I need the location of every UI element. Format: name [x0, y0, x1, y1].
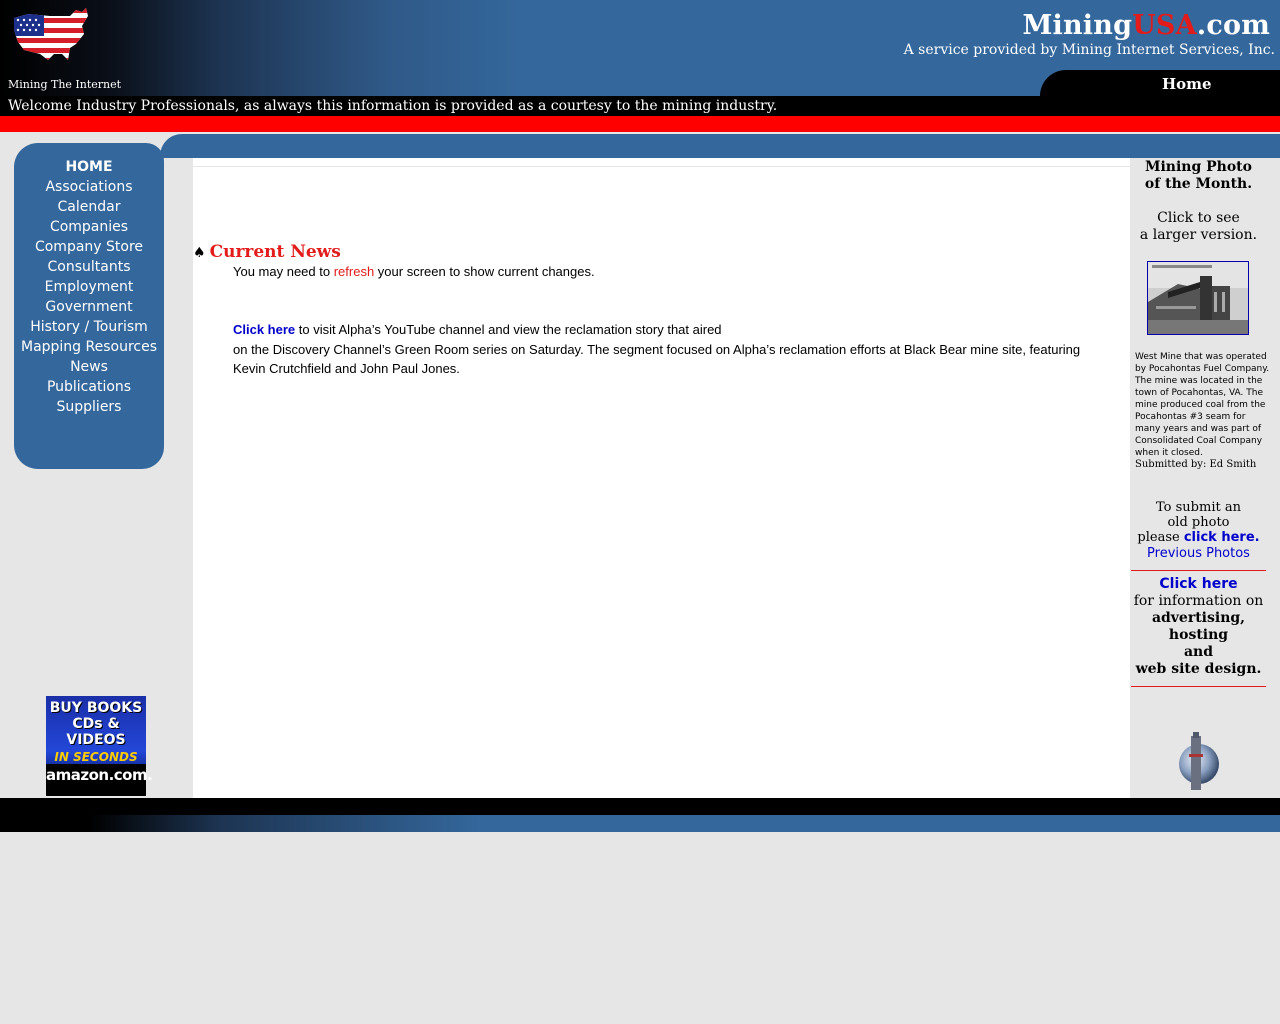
sidebar-divider-1 — [1131, 570, 1266, 571]
amazon-ad-banner[interactable]: BUY BOOKS CDs & VIDEOS IN SECONDS amazon… — [46, 696, 153, 796]
nav-item-consultants[interactable]: Consultants — [14, 257, 164, 277]
current-news-title: Current News — [209, 242, 341, 262]
current-news-heading: ♠ Current News — [193, 242, 341, 262]
advertising-info: Click here for information on advertisin… — [1131, 576, 1266, 678]
photo-submitted-by: Submitted by: Ed Smith — [1135, 459, 1257, 470]
submit-photo-text: To submit an old photo please click here… — [1131, 500, 1266, 545]
submit-photo-link[interactable]: click here. — [1184, 530, 1260, 545]
nav-item-associations[interactable]: Associations — [14, 177, 164, 197]
site-header: Mining The Internet MiningUSA.com A serv… — [0, 0, 1280, 96]
main-top-rule — [193, 166, 1130, 167]
nav-item-suppliers[interactable]: Suppliers — [14, 397, 164, 417]
amazon-logo: amazon.com. — [46, 766, 153, 784]
refresh-notice-post: your screen to show current changes. — [374, 264, 595, 279]
site-title-mining: Mining — [1022, 10, 1133, 41]
site-tagline: Mining The Internet — [8, 78, 122, 91]
click-to-see-line1: Click to see — [1157, 210, 1240, 226]
photo-of-month-thumbnail[interactable] — [1147, 261, 1249, 335]
advertising-line2: advertising, — [1151, 610, 1246, 626]
welcome-text: Welcome Industry Professionals, as alway… — [8, 98, 778, 114]
news-item-line1: to visit Alpha’s YouTube channel and vie… — [295, 322, 722, 337]
news-item-body: on the Discovery Channel’s Green Room se… — [233, 341, 1081, 377]
amazon-ad-in-seconds: IN SECONDS — [54, 750, 138, 764]
nav-item-news[interactable]: News — [14, 357, 164, 377]
previous-photos-link[interactable]: Previous Photos — [1131, 546, 1266, 561]
advertising-click-here-link[interactable]: Click here — [1159, 576, 1237, 592]
amazon-ad-line-books: BUY BOOKS — [49, 700, 143, 716]
site-footer — [0, 798, 1280, 832]
sidebar-nav: HOME Associations Calendar Companies Com… — [14, 143, 164, 469]
refresh-notice: You may need to refresh your screen to s… — [233, 264, 595, 279]
mine-photo-image — [1148, 262, 1248, 334]
news-item-alpha: Click here to visit Alpha’s YouTube chan… — [233, 320, 1113, 379]
site-subtitle: A service provided by Mining Internet Se… — [903, 42, 1275, 58]
alpha-youtube-link[interactable]: Click here — [233, 322, 295, 337]
photo-of-month-title-line1: Mining Photo — [1144, 159, 1252, 175]
nav-item-companies[interactable]: Companies — [14, 217, 164, 237]
refresh-notice-pre: You may need to — [233, 264, 334, 279]
nav-item-publications[interactable]: Publications — [14, 377, 164, 397]
right-sidebar: Mining Photo of the Month. Click to see … — [1131, 158, 1280, 798]
submit-photo-please: please — [1137, 530, 1184, 545]
amazon-ad-headline: BUY BOOKS CDs & VIDEOS — [46, 700, 146, 748]
footer-black-band — [0, 798, 1280, 815]
nav-item-employment[interactable]: Employment — [14, 277, 164, 297]
submit-photo-line3: please click here. — [1131, 530, 1266, 545]
photo-caption: West Mine that was operated by Pocahonta… — [1135, 351, 1270, 471]
red-divider-bar — [0, 116, 1280, 132]
globe-icon[interactable] — [1177, 728, 1221, 792]
nav-item-calendar[interactable]: Calendar — [14, 197, 164, 217]
nav-item-history-tourism[interactable]: History / Tourism — [14, 317, 164, 337]
click-to-see-text: Click to see a larger version. — [1131, 210, 1266, 244]
advertising-line3: hosting — [1168, 627, 1229, 643]
nav-item-mapping-resources[interactable]: Mapping Resources — [14, 337, 164, 357]
amazon-ad-line-cds: CDs & — [72, 716, 120, 732]
site-title-com: .com — [1196, 10, 1270, 41]
home-tab: Home — [1040, 70, 1280, 96]
site-title-usa: USA — [1132, 10, 1197, 41]
nav-list: HOME Associations Calendar Companies Com… — [14, 157, 164, 417]
nav-item-home[interactable]: HOME — [14, 157, 164, 177]
advertising-line5: web site design. — [1135, 661, 1262, 677]
site-title[interactable]: MiningUSA.com — [1022, 10, 1270, 41]
photo-of-month-title: Mining Photo of the Month. — [1131, 159, 1266, 193]
submit-photo-line1: To submit an — [1156, 500, 1241, 515]
nav-item-company-store[interactable]: Company Store — [14, 237, 164, 257]
sidebar-divider-2 — [1131, 686, 1266, 687]
refresh-link[interactable]: refresh — [334, 264, 374, 279]
spade-icon: ♠ — [193, 245, 206, 261]
advertising-link-row: Click here — [1131, 576, 1266, 593]
click-to-see-line2: a larger version. — [1139, 227, 1258, 243]
photo-caption-text: West Mine that was operated by Pocahonta… — [1135, 352, 1270, 458]
welcome-bar: Welcome Industry Professionals, as alway… — [0, 96, 1280, 116]
home-tab-link[interactable]: Home — [1162, 75, 1212, 93]
advertising-line4: and — [1183, 644, 1214, 660]
nav-item-government[interactable]: Government — [14, 297, 164, 317]
photo-of-month-title-line2: of the Month. — [1144, 176, 1253, 192]
usa-flag-logo[interactable] — [10, 4, 90, 68]
amazon-ad-line-videos: VIDEOS — [66, 732, 126, 748]
advertising-line1: for information on — [1133, 593, 1264, 609]
submit-photo-line2: old photo — [1167, 515, 1230, 530]
blue-content-strip — [160, 134, 1280, 158]
main-content: ♠ Current News You may need to refresh yo… — [193, 158, 1130, 798]
